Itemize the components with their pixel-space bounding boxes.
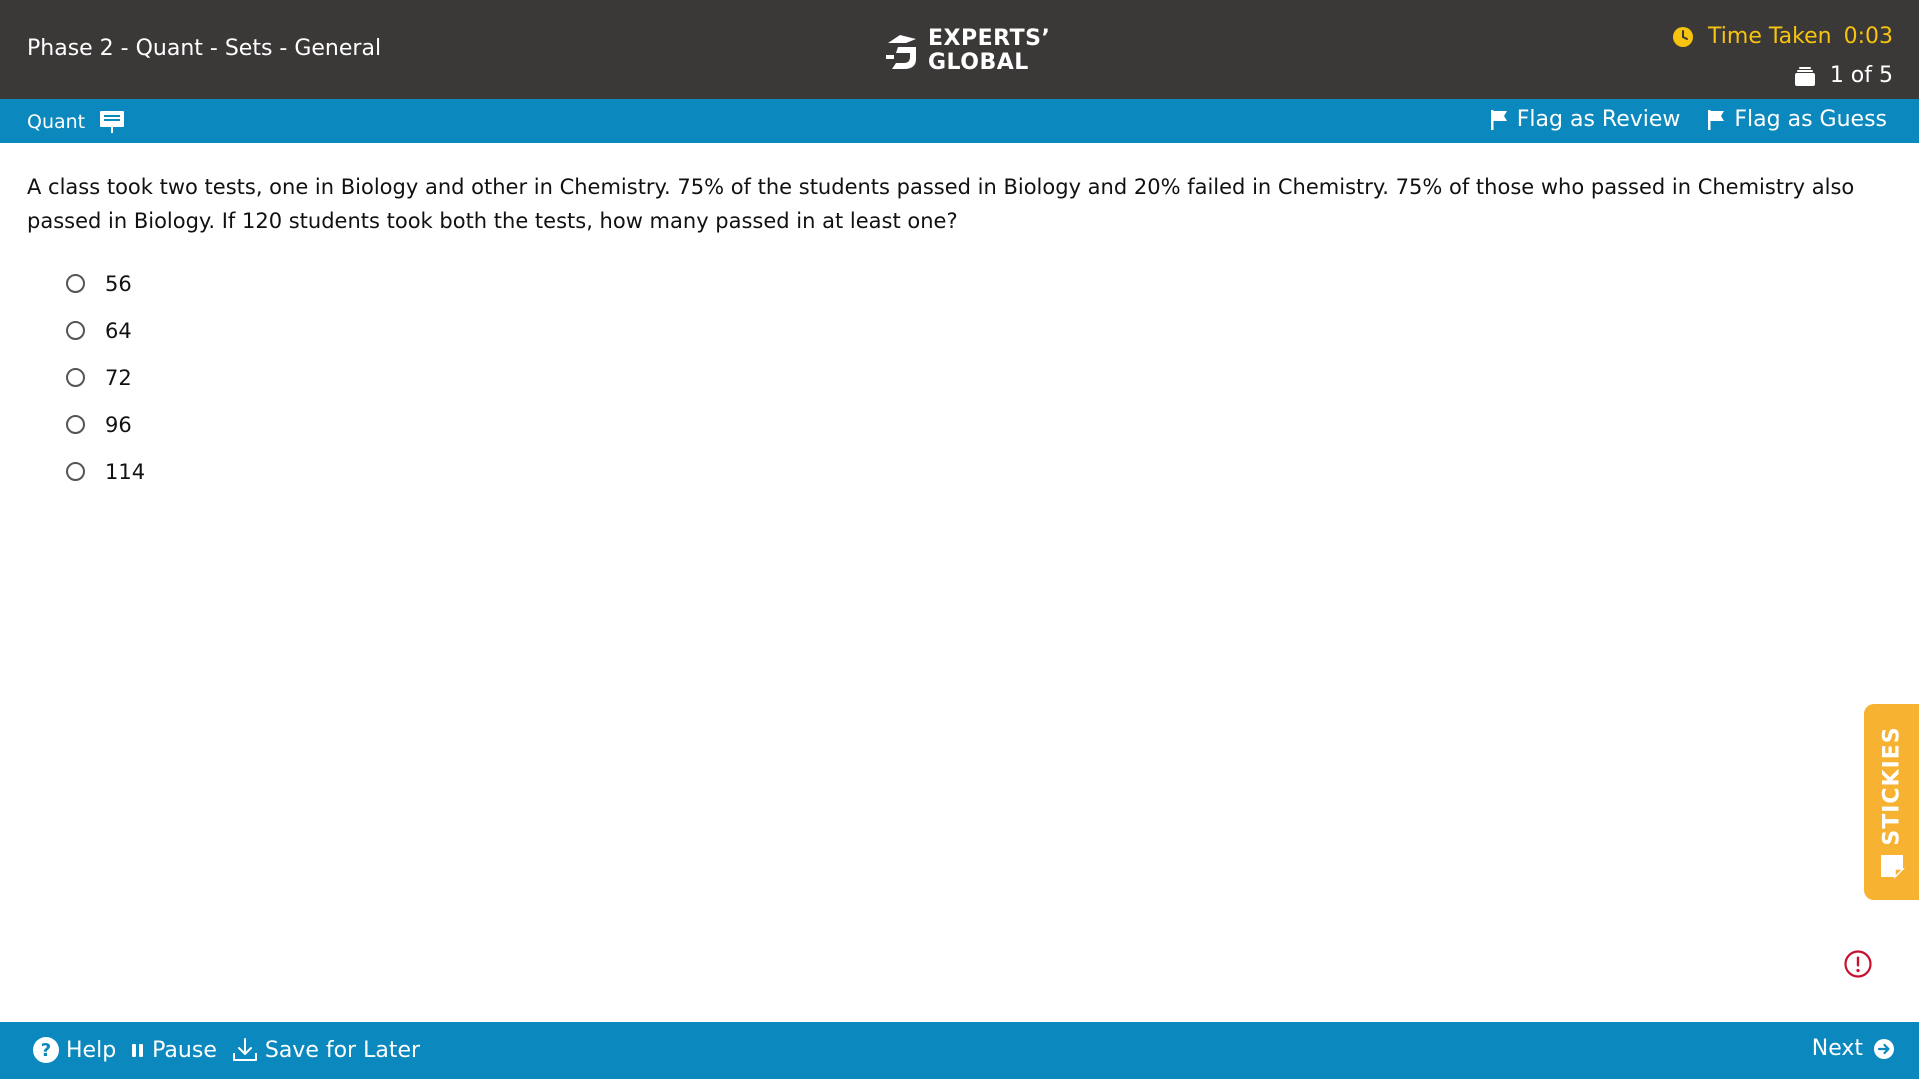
flag-guess-label: Flag as Guess	[1734, 107, 1887, 132]
question-text: A class took two tests, one in Biology a…	[27, 175, 1855, 233]
radio-button[interactable]	[66, 415, 85, 434]
flag-as-guess-button[interactable]: Flag as Guess	[1706, 107, 1887, 132]
sticky-note-icon	[1881, 855, 1905, 879]
radio-button[interactable]	[66, 462, 85, 481]
help-button[interactable]: ? Help	[32, 1036, 116, 1064]
save-label: Save for Later	[264, 1037, 421, 1063]
radio-button[interactable]	[66, 274, 85, 293]
test-title: Phase 2 - Quant - Sets - General	[27, 36, 382, 61]
save-for-later-button[interactable]: Save for Later	[231, 1036, 420, 1064]
logo-line-1: EXPERTS’	[928, 26, 1051, 51]
flag-review-label: Flag as Review	[1516, 107, 1681, 132]
flag-icon	[1708, 109, 1725, 130]
section-name: Quant	[27, 111, 86, 133]
pause-icon	[132, 1044, 144, 1057]
arrow-right-circle-icon	[1874, 1038, 1894, 1059]
help-icon: ?	[33, 1037, 59, 1063]
whiteboard-icon[interactable]	[99, 109, 125, 135]
answer-options: 56 64 72 96 114	[66, 260, 145, 495]
pause-button[interactable]: Pause	[130, 1038, 217, 1063]
header-bar: Phase 2 - Quant - Sets - General EXPERTS…	[0, 0, 1919, 99]
question-counter: 1 of 5	[1794, 63, 1893, 88]
radio-button[interactable]	[66, 321, 85, 340]
answer-option[interactable]: 96	[66, 401, 145, 448]
counter-text: 1 of 5	[1829, 63, 1893, 88]
flag-controls: Flag as Review Flag as Guess	[1489, 107, 1887, 132]
alert-icon[interactable]	[1843, 949, 1873, 979]
time-taken: Time Taken 0:03	[1672, 24, 1893, 49]
test-app: Phase 2 - Quant - Sets - General EXPERTS…	[0, 0, 1919, 1079]
footer-bar: ? Help Pause Save for Later Next	[0, 1022, 1919, 1079]
option-label: 96	[105, 412, 132, 437]
flag-as-review-button[interactable]: Flag as Review	[1489, 107, 1681, 132]
section-bar: Quant Flag as Review Flag as Guess	[0, 99, 1919, 143]
help-label: Help	[66, 1037, 117, 1063]
option-label: 114	[105, 459, 146, 484]
footer-left-controls: ? Help Pause Save for Later	[32, 1036, 420, 1064]
svg-text:?: ?	[41, 1040, 51, 1061]
answer-option[interactable]: 56	[66, 260, 145, 307]
next-button[interactable]: Next	[1812, 1036, 1895, 1061]
experts-global-logo: EXPERTS’ GLOBAL	[884, 27, 1050, 75]
stickies-label: STICKIES	[1879, 726, 1904, 846]
pause-label: Pause	[152, 1037, 217, 1063]
answer-option[interactable]: 64	[66, 307, 145, 354]
flag-icon	[1490, 109, 1507, 130]
radio-button[interactable]	[66, 368, 85, 387]
option-label: 64	[105, 318, 132, 343]
stickies-tab[interactable]: STICKIES	[1864, 704, 1919, 900]
clock-icon	[1673, 26, 1694, 47]
timer-value: 0:03	[1843, 24, 1893, 49]
logo-icon	[886, 35, 916, 69]
question-stack-icon	[1794, 66, 1815, 86]
download-icon	[232, 1038, 257, 1061]
timer-label: Time Taken	[1708, 24, 1832, 49]
answer-option[interactable]: 114	[66, 448, 145, 495]
logo-line-2: GLOBAL	[928, 50, 1029, 75]
option-label: 72	[105, 365, 132, 390]
section-label: Quant	[27, 109, 125, 135]
option-label: 56	[105, 271, 132, 296]
next-label: Next	[1811, 1036, 1863, 1061]
answer-option[interactable]: 72	[66, 354, 145, 401]
